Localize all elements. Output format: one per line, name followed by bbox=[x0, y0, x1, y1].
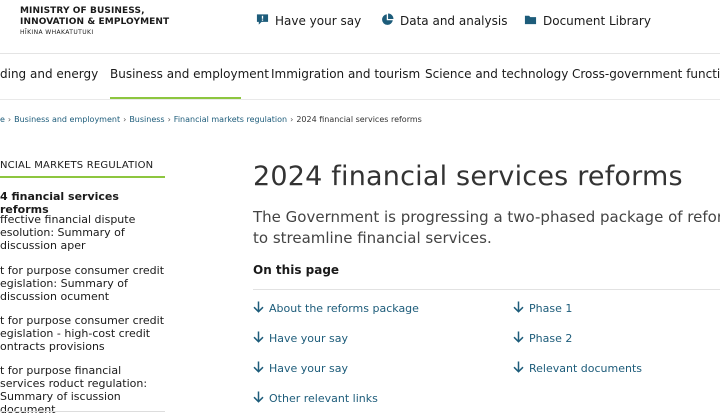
intro-text: The Government is progressing a two-phas… bbox=[253, 208, 720, 247]
sidebar-divider bbox=[0, 411, 165, 412]
have-your-say-link[interactable]: Have your say bbox=[256, 13, 361, 29]
document-library-label: Document Library bbox=[543, 14, 651, 28]
jump-link-about-reforms[interactable]: About the reforms package bbox=[253, 301, 419, 316]
nav-divider bbox=[0, 99, 720, 100]
pie-chart-icon bbox=[381, 13, 394, 29]
nav-item-science-technology[interactable]: Science and technology bbox=[425, 67, 568, 81]
logo-tagline: HĪKINA WHAKATUTUKI bbox=[20, 29, 94, 36]
arrow-down-icon bbox=[253, 361, 264, 376]
folder-icon bbox=[524, 13, 537, 29]
jump-link-phase-2[interactable]: Phase 2 bbox=[513, 331, 572, 346]
sidebar-title[interactable]: NCIAL MARKETS REGULATION bbox=[0, 160, 153, 171]
arrow-down-icon bbox=[513, 331, 524, 346]
on-this-page-divider bbox=[253, 289, 720, 290]
have-your-say-label: Have your say bbox=[275, 14, 362, 28]
jump-link-phase-1[interactable]: Phase 1 bbox=[513, 301, 572, 316]
sidebar-item-product-regulation[interactable]: t for purpose financial services roduct … bbox=[0, 364, 165, 416]
breadcrumb-separator: › bbox=[167, 115, 171, 124]
arrow-down-icon bbox=[253, 331, 264, 346]
data-and-analysis-link[interactable]: Data and analysis bbox=[381, 13, 507, 29]
arrow-down-icon bbox=[513, 301, 524, 316]
jump-link-have-your-say[interactable]: Have your say bbox=[253, 331, 348, 346]
jump-link-label: About the reforms package bbox=[269, 302, 419, 315]
logo-line-1: MINISTRY OF BUSINESS, bbox=[20, 6, 145, 16]
nav-item-immigration-tourism[interactable]: Immigration and tourism bbox=[271, 67, 420, 81]
document-library-link[interactable]: Document Library bbox=[524, 13, 651, 29]
jump-link-label: Have your say bbox=[269, 332, 348, 345]
logo-line-2: INNOVATION & EMPLOYMENT bbox=[20, 17, 170, 27]
breadcrumb-business-employment[interactable]: Business and employment bbox=[14, 115, 120, 124]
data-and-analysis-label: Data and analysis bbox=[400, 14, 508, 28]
jump-link-label: Phase 1 bbox=[529, 302, 573, 315]
sidebar-item-dispute-resolution[interactable]: ffective financial dispute esolution: Su… bbox=[0, 213, 165, 252]
sidebar-item-consumer-credit[interactable]: t for purpose consumer credit egislation… bbox=[0, 264, 165, 303]
on-this-page-heading: On this page bbox=[253, 263, 340, 277]
jump-link-other-links[interactable]: Other relevant links bbox=[253, 391, 378, 406]
arrow-down-icon bbox=[513, 361, 524, 376]
breadcrumb-current: 2024 financial services reforms bbox=[296, 115, 422, 124]
breadcrumb-financial-markets[interactable]: Financial markets regulation bbox=[174, 115, 287, 124]
arrow-down-icon bbox=[253, 391, 264, 406]
jump-link-label: Relevant documents bbox=[529, 362, 643, 375]
breadcrumb-business[interactable]: Business bbox=[129, 115, 164, 124]
breadcrumb-separator: › bbox=[123, 115, 127, 124]
jump-link-relevant-documents[interactable]: Relevant documents bbox=[513, 361, 642, 376]
jump-link-label: Other relevant links bbox=[269, 392, 378, 405]
nav-item-building-energy[interactable]: ding and energy bbox=[0, 67, 98, 81]
jump-link-label: Phase 2 bbox=[529, 332, 573, 345]
page-title: 2024 financial services reforms bbox=[253, 161, 683, 192]
header-divider bbox=[0, 53, 720, 54]
jump-link-label: Have your say bbox=[269, 362, 348, 375]
sidebar-item-high-cost-credit[interactable]: t for purpose consumer credit egislation… bbox=[0, 314, 165, 353]
speech-bubble-icon bbox=[256, 13, 269, 29]
breadcrumb-separator: › bbox=[7, 115, 12, 124]
sidebar-title-underline bbox=[0, 176, 165, 178]
nav-item-cross-government[interactable]: Cross-government functions bbox=[572, 67, 720, 81]
nav-item-business-employment[interactable]: Business and employment bbox=[110, 67, 269, 81]
breadcrumb: e › Business and employment › Business › Finan… bbox=[0, 115, 422, 124]
jump-link-have-your-say-2[interactable]: Have your say bbox=[253, 361, 348, 376]
arrow-down-icon bbox=[253, 301, 264, 316]
breadcrumb-separator: › bbox=[290, 115, 294, 124]
